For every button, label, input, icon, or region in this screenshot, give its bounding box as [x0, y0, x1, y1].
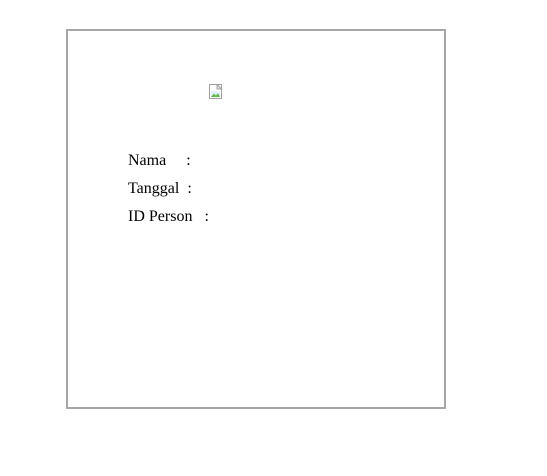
id-card-panel: Nama : Tanggal : ID Person :	[66, 29, 446, 409]
id-person-colon: :	[204, 208, 209, 225]
id-person-gap	[192, 208, 204, 225]
broken-image-icon	[209, 84, 225, 100]
id-person-label: ID Person	[128, 208, 193, 225]
id-person-field: ID Person :	[112, 190, 209, 244]
